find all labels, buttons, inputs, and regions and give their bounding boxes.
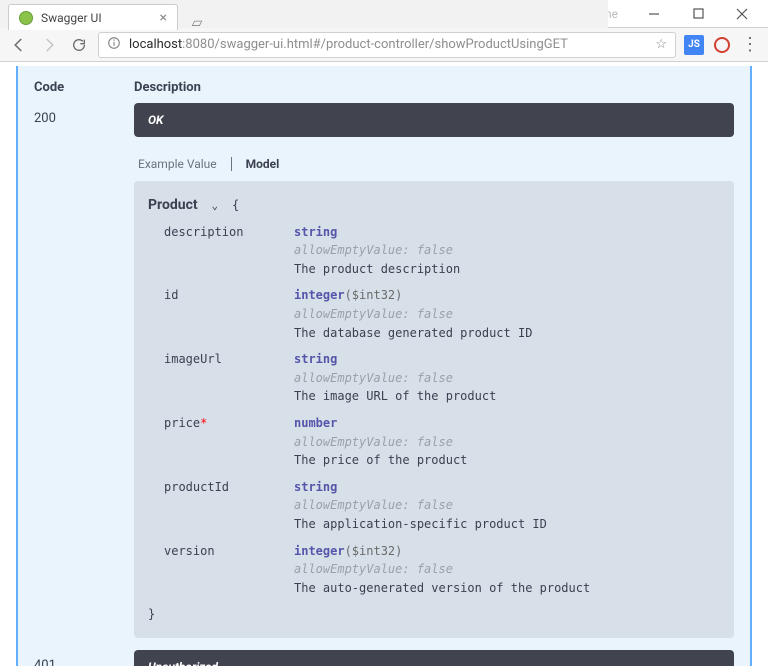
response-row: 200 OK Example Value Model Product ⌄ {	[34, 103, 734, 638]
property-type: integer	[294, 544, 345, 558]
property-body: string allowEmptyValue: falseThe product …	[294, 223, 720, 279]
property-description: The auto-generated version of the produc…	[294, 579, 720, 598]
col-header-description: Description	[134, 80, 734, 95]
property-name: id	[164, 286, 294, 342]
tab-title: Swagger UI	[41, 11, 102, 25]
open-brace: {	[232, 198, 239, 212]
response-code: 200	[34, 103, 134, 638]
model-property: imageUrlstring allowEmptyValue: falseThe …	[164, 350, 720, 406]
model-property: descriptionstring allowEmptyValue: falseT…	[164, 223, 720, 279]
property-type: number	[294, 416, 337, 430]
close-brace: }	[148, 605, 720, 624]
extension-icon[interactable]: JS	[684, 35, 704, 55]
property-name: imageUrl	[164, 350, 294, 406]
response-row: 401 Unauthorized	[34, 650, 734, 666]
property-type: string	[294, 352, 337, 366]
tab-close-icon[interactable]: ×	[160, 11, 167, 25]
browser-menu-button[interactable]: ⋮	[740, 35, 760, 55]
model-property: versioninteger($int32) allowEmptyValue: f…	[164, 542, 720, 598]
model-property: price*number allowEmptyValue: falseThe pr…	[164, 414, 720, 470]
tab-strip: Swagger UI × ▱	[0, 0, 608, 28]
forward-button[interactable]	[38, 34, 60, 56]
model-property: productIdstring allowEmptyValue: falseThe…	[164, 478, 720, 534]
property-description: The price of the product	[294, 451, 720, 470]
bookmark-star-icon[interactable]: ☆	[655, 37, 667, 52]
window-minimize-button[interactable]	[632, 1, 676, 27]
property-body: number allowEmptyValue: falseThe price of…	[294, 414, 720, 470]
responses-header: Code Description	[34, 76, 734, 103]
property-name: productId	[164, 478, 294, 534]
property-allow-empty: allowEmptyValue: false	[294, 433, 720, 452]
property-description: The product description	[294, 260, 720, 279]
window-maximize-button[interactable]	[676, 1, 720, 27]
chevron-down-icon[interactable]: ⌄	[205, 199, 225, 212]
property-allow-empty: allowEmptyValue: false	[294, 305, 720, 324]
schema-toggle: Example Value Model	[134, 157, 734, 171]
new-tab-button[interactable]: ▱	[186, 14, 208, 32]
swagger-responses-panel: Code Description 200 OK Example Value Mo…	[16, 66, 752, 666]
url-text: localhost:8080/swagger-ui.html#/product-…	[129, 37, 568, 52]
browser-tab[interactable]: Swagger UI ×	[8, 4, 178, 30]
property-name: price*	[164, 414, 294, 470]
page-scroll[interactable]: Code Description 200 OK Example Value Mo…	[0, 62, 768, 666]
col-header-code: Code	[34, 80, 134, 95]
property-name: version	[164, 542, 294, 598]
property-format: ($int32)	[345, 288, 403, 302]
property-allow-empty: allowEmptyValue: false	[294, 496, 720, 515]
property-type: string	[294, 480, 337, 494]
address-bar: localhost:8080/swagger-ui.html#/product-…	[0, 28, 768, 62]
tab-model[interactable]: Model	[246, 157, 280, 171]
omnibox[interactable]: localhost:8080/swagger-ui.html#/product-…	[98, 32, 676, 58]
property-body: integer($int32) allowEmptyValue: falseThe…	[294, 286, 720, 342]
property-body: string allowEmptyValue: falseThe applicat…	[294, 478, 720, 534]
property-description: The database generated product ID	[294, 324, 720, 343]
response-status: OK	[134, 103, 734, 137]
property-allow-empty: allowEmptyValue: false	[294, 241, 720, 260]
tab-example-value[interactable]: Example Value	[138, 157, 217, 171]
back-button[interactable]	[8, 34, 30, 56]
window-close-button[interactable]	[720, 1, 764, 27]
model-name[interactable]: Product	[148, 197, 198, 213]
extension-icon[interactable]	[712, 35, 732, 55]
property-type: string	[294, 225, 337, 239]
response-status: Unauthorized	[134, 650, 734, 666]
tab-separator	[231, 157, 232, 171]
property-description: The application-specific product ID	[294, 515, 720, 534]
property-description: The image URL of the product	[294, 387, 720, 406]
property-body: integer($int32) allowEmptyValue: falseThe…	[294, 542, 720, 598]
model-box: Product ⌄ { descriptionstringallowEmptyV…	[134, 181, 734, 638]
property-name: description	[164, 223, 294, 279]
response-code: 401	[34, 650, 134, 666]
property-allow-empty: allowEmptyValue: false	[294, 369, 720, 388]
window-title-bar: Chrome Swagger UI × ▱	[0, 0, 768, 28]
property-allow-empty: allowEmptyValue: false	[294, 560, 720, 579]
property-type: integer	[294, 288, 345, 302]
required-star-icon: *	[200, 416, 207, 430]
property-body: string allowEmptyValue: falseThe image UR…	[294, 350, 720, 406]
reload-button[interactable]	[68, 34, 90, 56]
model-property: idinteger($int32) allowEmptyValue: falseT…	[164, 286, 720, 342]
swagger-favicon-icon	[19, 11, 33, 25]
property-format: ($int32)	[345, 544, 403, 558]
site-info-icon[interactable]	[107, 36, 121, 54]
